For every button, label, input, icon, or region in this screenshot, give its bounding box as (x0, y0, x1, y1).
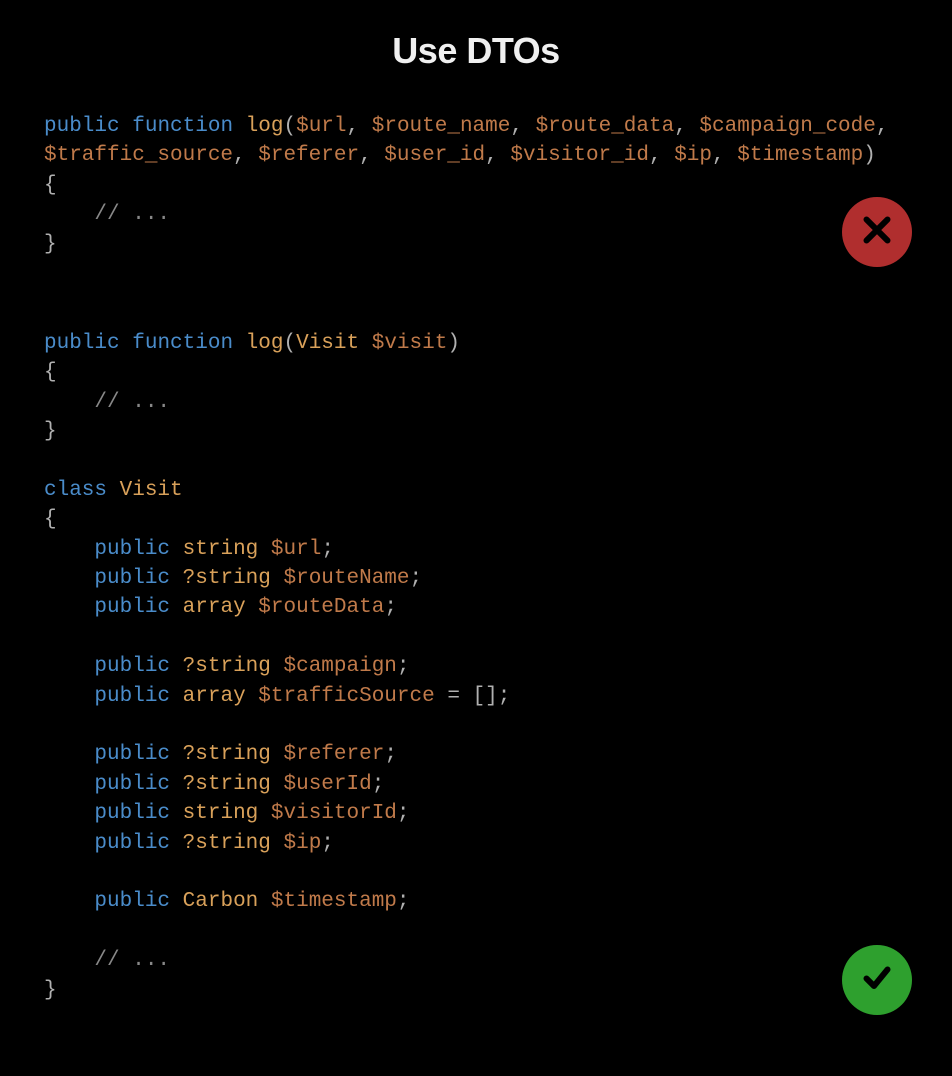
code-token: $campaign_code (699, 115, 875, 138)
code-token: public (94, 743, 170, 766)
code-token: ?string (183, 773, 271, 796)
code-token: $timestamp (271, 890, 397, 913)
code-token: } (44, 420, 57, 443)
code-token: ; (397, 890, 410, 913)
bad-example-block: public function log($url, $route_name, $… (44, 112, 908, 259)
code-token: $url (296, 115, 346, 138)
code-token: public (44, 115, 120, 138)
code-token: // ... (94, 391, 170, 414)
code-token: $traffic_source (44, 144, 233, 167)
code-token: $trafficSource (258, 685, 434, 708)
slide-container: Use DTOs public function log($url, $rout… (0, 0, 952, 1035)
code-token: $referer (258, 144, 359, 167)
code-token: function (132, 115, 233, 138)
code-token: $route_data (536, 115, 675, 138)
code-token: // ... (94, 203, 170, 226)
code-token: $ip (283, 832, 321, 855)
code-token: ?string (183, 655, 271, 678)
code-token: $visitorId (271, 802, 397, 825)
bad-badge (842, 197, 912, 267)
code-token: $url (271, 538, 321, 561)
code-token: $routeData (258, 596, 384, 619)
code-token: Carbon (183, 890, 259, 913)
code-token: array (183, 685, 246, 708)
code-token: ) (447, 332, 460, 355)
code-token: ; (321, 538, 334, 561)
code-token: { (44, 361, 57, 384)
code-token: , (674, 115, 699, 138)
code-token: public (94, 832, 170, 855)
bad-code: public function log($url, $route_name, $… (44, 112, 908, 259)
code-token: $route_name (372, 115, 511, 138)
code-token: , (712, 144, 737, 167)
code-token: $referer (283, 743, 384, 766)
code-token: , (347, 115, 372, 138)
code-token: public (94, 773, 170, 796)
good-badge (842, 945, 912, 1015)
code-token: public (94, 538, 170, 561)
code-token: Visit (120, 479, 183, 502)
code-token: ?string (183, 567, 271, 590)
code-token: ; (321, 832, 334, 855)
code-token: Visit (296, 332, 359, 355)
code-token: $campaign (283, 655, 396, 678)
code-token: public (94, 685, 170, 708)
x-icon (859, 212, 895, 253)
check-icon (859, 959, 895, 1000)
code-token: public (94, 890, 170, 913)
code-token: ; (397, 655, 410, 678)
code-token: , (876, 115, 889, 138)
code-token: = []; (435, 685, 511, 708)
code-token: ; (384, 743, 397, 766)
code-token: log (246, 332, 284, 355)
code-token: } (44, 233, 57, 256)
code-token: public (44, 332, 120, 355)
code-token: class (44, 479, 107, 502)
code-token: ( (283, 115, 296, 138)
code-token: $routeName (283, 567, 409, 590)
code-token: // ... (94, 949, 170, 972)
code-token: , (233, 144, 258, 167)
code-token: string (183, 538, 259, 561)
code-token: public (94, 655, 170, 678)
code-token: , (359, 144, 384, 167)
code-token: array (183, 596, 246, 619)
code-token: { (44, 174, 57, 197)
code-token: , (485, 144, 510, 167)
good-example-block: public function log(Visit $visit) { // .… (44, 329, 908, 1005)
code-token: string (183, 802, 259, 825)
code-token: , (649, 144, 674, 167)
code-token: $timestamp (737, 144, 863, 167)
code-token: public (94, 802, 170, 825)
code-token: ) (863, 144, 876, 167)
code-token: public (94, 596, 170, 619)
code-token: { (44, 508, 57, 531)
code-token: $userId (283, 773, 371, 796)
code-token: } (44, 979, 57, 1002)
code-token: $ip (674, 144, 712, 167)
code-token: ; (384, 596, 397, 619)
slide-title: Use DTOs (44, 30, 908, 72)
code-token: log (246, 115, 284, 138)
code-token: ; (397, 802, 410, 825)
code-token: , (510, 115, 535, 138)
code-token: $user_id (384, 144, 485, 167)
code-token: ( (283, 332, 296, 355)
code-token: function (132, 332, 233, 355)
good-code: public function log(Visit $visit) { // .… (44, 329, 908, 1005)
code-token: public (94, 567, 170, 590)
code-token: ; (372, 773, 385, 796)
code-token: $visitor_id (510, 144, 649, 167)
code-token: $visit (372, 332, 448, 355)
code-token: ?string (183, 832, 271, 855)
code-token: ; (410, 567, 423, 590)
code-token: ?string (183, 743, 271, 766)
